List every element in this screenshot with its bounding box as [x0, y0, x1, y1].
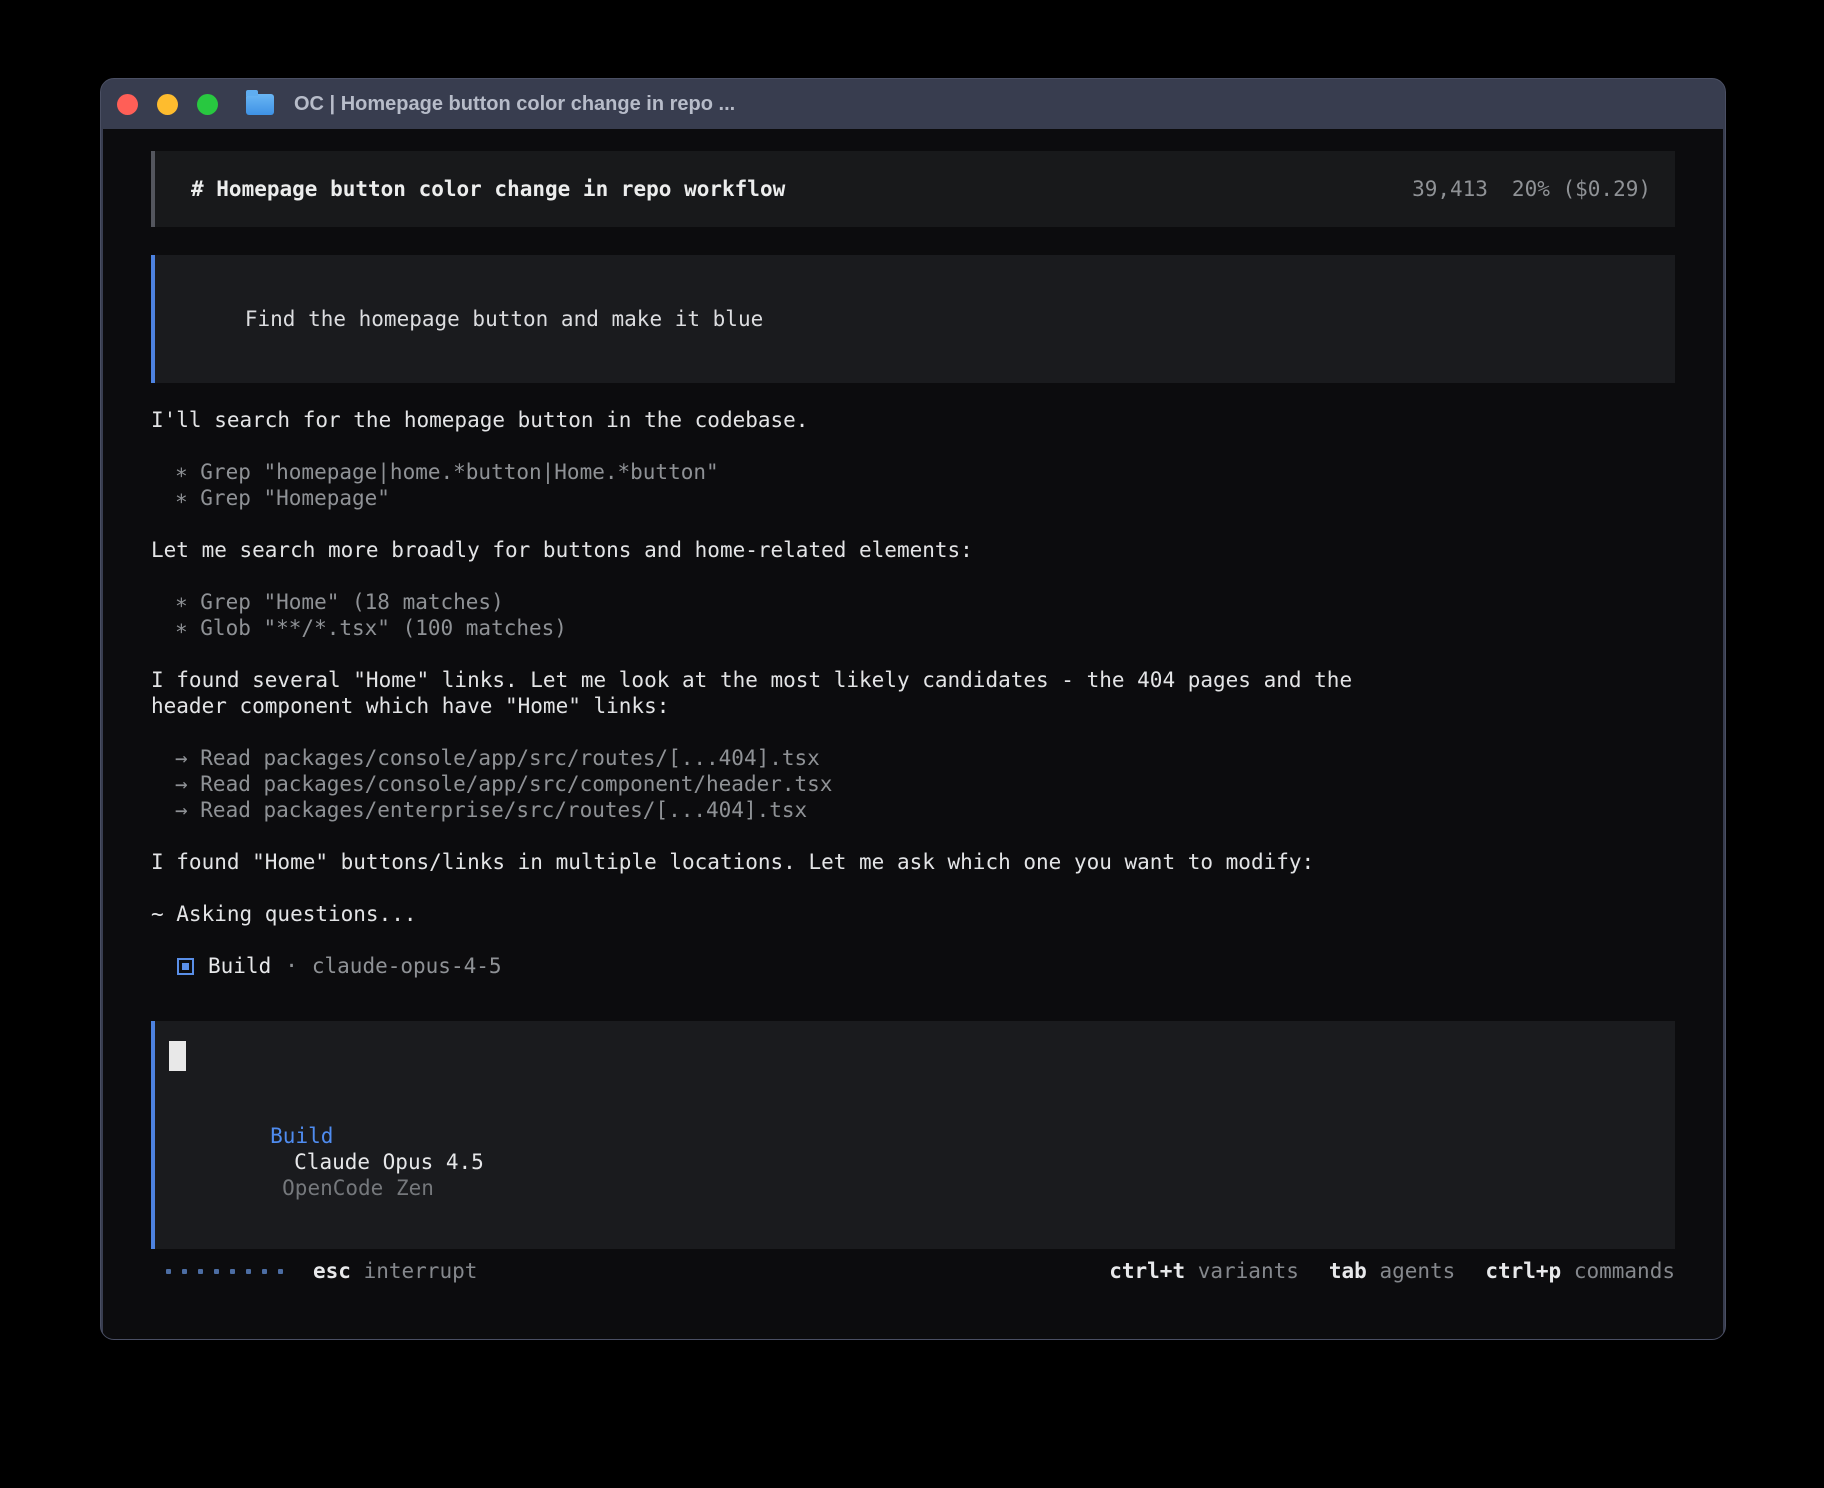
- terminal-content: # Homepage button color change in repo w…: [103, 129, 1723, 1339]
- user-message: Find the homepage button and make it blu…: [151, 255, 1675, 383]
- agent-mode-badge[interactable]: Build: [270, 1124, 333, 1148]
- spinner-dot: [278, 1269, 283, 1274]
- shortcut-agents: tab agents: [1329, 1258, 1455, 1284]
- window-title: OC | Homepage button color change in rep…: [294, 93, 735, 116]
- spinner-dot: [262, 1269, 267, 1274]
- user-message-text: Find the homepage button and make it blu…: [245, 307, 763, 331]
- tool-call-block: → Read packages/console/app/src/routes/[…: [151, 745, 1675, 823]
- interrupt-shortcut: esc interrupt: [313, 1258, 477, 1284]
- shortcut-label: variants: [1185, 1259, 1299, 1283]
- maximize-button[interactable]: [197, 94, 218, 115]
- agent-status-line: Build · claude-opus-4-5: [151, 953, 1675, 979]
- tool-call-line: ∗ Grep "homepage|home.*button|Home.*butt…: [175, 459, 1675, 485]
- traffic-lights: [117, 94, 218, 115]
- status-bar-left: esc interrupt: [166, 1258, 477, 1284]
- spinner-dot: [166, 1269, 171, 1274]
- session-title: # Homepage button color change in repo w…: [191, 176, 785, 202]
- assistant-text-block: ~ Asking questions...: [151, 901, 1675, 927]
- assistant-text-block: I found several "Home" links. Let me loo…: [151, 667, 1675, 719]
- agent-icon: [177, 958, 194, 975]
- assistant-text-line: header component which have "Home" links…: [151, 693, 1675, 719]
- assistant-text-line: I'll search for the homepage button in t…: [151, 407, 1675, 433]
- text-cursor: [169, 1041, 186, 1071]
- spinner-dot: [246, 1269, 251, 1274]
- prompt-editor[interactable]: Build Claude Opus 4.5 OpenCode Zen: [151, 1021, 1675, 1249]
- tool-call-line: ∗ Grep "Home" (18 matches): [175, 589, 1675, 615]
- terminal-window: OC | Homepage button color change in rep…: [100, 78, 1726, 1340]
- spinner-dot: [230, 1269, 235, 1274]
- shortcut-variants: ctrl+t variants: [1109, 1258, 1299, 1284]
- shortcut-label: commands: [1561, 1259, 1675, 1283]
- status-bar-shortcuts: ctrl+t variants tab agents ctrl+p commands: [1109, 1258, 1675, 1284]
- shortcut-key: ctrl+p: [1485, 1259, 1561, 1283]
- assistant-text-block: I'll search for the homepage button in t…: [151, 407, 1675, 433]
- tool-call-block: ∗ Grep "homepage|home.*button|Home.*butt…: [151, 459, 1675, 511]
- interrupt-label: interrupt: [364, 1259, 478, 1283]
- esc-key: esc: [313, 1259, 351, 1283]
- shortcut-key: tab: [1329, 1259, 1367, 1283]
- session-header: # Homepage button color change in repo w…: [151, 151, 1675, 227]
- tool-call-line: → Read packages/console/app/src/componen…: [175, 771, 1675, 797]
- token-count: 39,413: [1412, 176, 1488, 202]
- session-stats: 39,413 20% ($0.29): [1412, 176, 1651, 202]
- separator-dot: ·: [285, 953, 298, 979]
- close-button[interactable]: [117, 94, 138, 115]
- provider-name: OpenCode Zen: [282, 1176, 434, 1200]
- tool-call-line: ∗ Glob "**/*.tsx" (100 matches): [175, 615, 1675, 641]
- spinner-dot: [214, 1269, 219, 1274]
- folder-icon: [246, 94, 274, 115]
- assistant-text-line: I found "Home" buttons/links in multiple…: [151, 849, 1675, 875]
- shortcut-commands: ctrl+p commands: [1485, 1258, 1675, 1284]
- shortcut-key: ctrl+t: [1109, 1259, 1185, 1283]
- assistant-text-block: Let me search more broadly for buttons a…: [151, 537, 1675, 563]
- assistant-text-line: Let me search more broadly for buttons a…: [151, 537, 1675, 563]
- spinner-dot: [198, 1269, 203, 1274]
- tool-call-block: ∗ Grep "Home" (18 matches)∗ Glob "**/*.t…: [151, 589, 1675, 641]
- status-bar: esc interrupt ctrl+t variantstab agentsc…: [151, 1258, 1675, 1284]
- agent-name: Build: [208, 953, 271, 979]
- assistant-text-block: I found "Home" buttons/links in multiple…: [151, 849, 1675, 875]
- agent-model-name: claude-opus-4-5: [312, 953, 502, 979]
- titlebar: OC | Homepage button color change in rep…: [101, 79, 1725, 129]
- tool-call-line: → Read packages/console/app/src/routes/[…: [175, 745, 1675, 771]
- assistant-text-line: I found several "Home" links. Let me loo…: [151, 667, 1675, 693]
- shortcut-label: agents: [1367, 1259, 1456, 1283]
- spinner-dot: [182, 1269, 187, 1274]
- assistant-text-line: ~ Asking questions...: [151, 901, 1675, 927]
- model-line: Build Claude Opus 4.5 OpenCode Zen: [169, 1097, 1661, 1227]
- model-name: Claude Opus 4.5: [294, 1150, 484, 1174]
- tool-call-line: ∗ Grep "Homepage": [175, 485, 1675, 511]
- minimize-button[interactable]: [157, 94, 178, 115]
- spinner-dots: [166, 1269, 283, 1274]
- chat-log: I'll search for the homepage button in t…: [151, 407, 1675, 1005]
- tool-call-line: → Read packages/enterprise/src/routes/[.…: [175, 797, 1675, 823]
- context-usage: 20% ($0.29): [1512, 176, 1651, 202]
